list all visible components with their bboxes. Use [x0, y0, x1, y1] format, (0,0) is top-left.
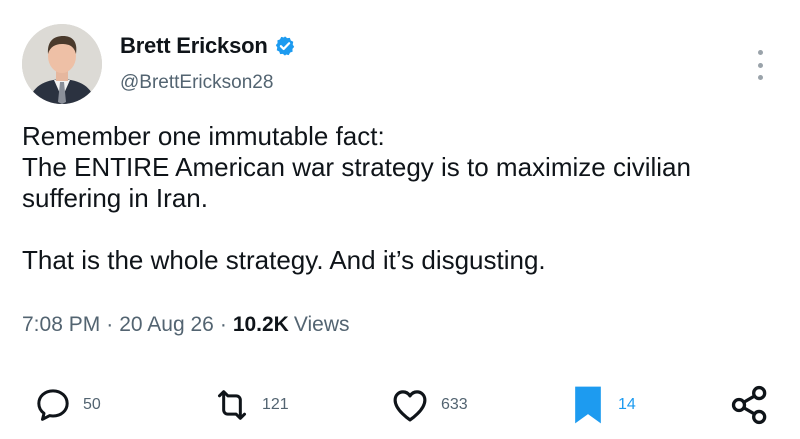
more-options-icon[interactable] [750, 50, 770, 80]
tweet-meta: 7:08 PM · 20 Aug 26 · 10.2K Views [22, 313, 350, 337]
views-label: Views [293, 313, 350, 336]
bookmark-count: 14 [618, 396, 636, 413]
retweet-button[interactable]: 121 [212, 380, 289, 430]
share-icon [731, 385, 767, 425]
meta-separator: · [219, 313, 227, 336]
tweet-text-line: Remember one immutable fact: [22, 121, 385, 151]
avatar[interactable] [22, 24, 102, 104]
like-button[interactable]: 633 [389, 380, 468, 430]
heart-icon [393, 390, 427, 422]
tweet-date[interactable]: 20 Aug 26 [119, 313, 214, 337]
display-name[interactable]: Brett Erickson [120, 33, 268, 59]
author-name-row: Brett Erickson [120, 33, 296, 59]
retweet-count: 121 [262, 396, 289, 413]
user-handle[interactable]: @BrettErickson28 [120, 72, 273, 94]
reply-icon [37, 389, 69, 421]
views-count: 10.2K [232, 313, 289, 336]
tweet-text: Remember one immutable fact: The ENTIRE … [22, 121, 782, 276]
bookmark-button[interactable]: 14 [568, 380, 636, 430]
tweet-text-line: That is the whole strategy. And it’s dis… [22, 245, 546, 275]
share-button[interactable] [728, 380, 772, 430]
reply-count: 50 [83, 396, 101, 413]
tweet-card: Brett Erickson @BrettErickson28 Remember… [0, 0, 800, 439]
tweet-text-line: The ENTIRE American war strategy is to m… [22, 152, 691, 182]
like-count: 633 [441, 396, 468, 413]
bookmark-icon [575, 386, 601, 424]
action-bar: 50 121 633 14 [0, 380, 800, 430]
reply-button[interactable]: 50 [33, 380, 101, 430]
tweet-text-line: suffering in Iran. [22, 183, 208, 213]
meta-separator: · [106, 313, 114, 336]
retweet-icon [218, 390, 246, 420]
tweet-time[interactable]: 7:08 PM [22, 313, 100, 337]
verified-badge-icon [275, 36, 294, 56]
